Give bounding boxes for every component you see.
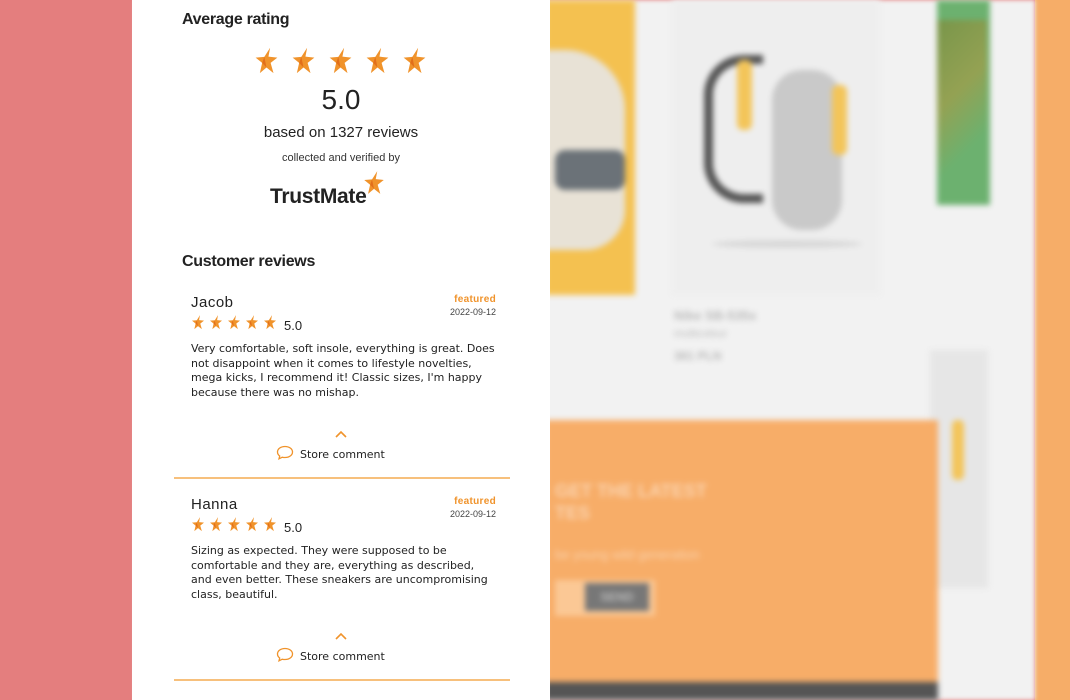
review-date: 2022-09-12 <box>449 307 496 317</box>
review-card: Hanna featured 2022-09-12 5.0 Sizing as … <box>174 496 509 676</box>
review-stars: 5.0 <box>190 516 302 538</box>
product-brand: multicolour <box>674 328 728 340</box>
review-score: 5.0 <box>284 317 303 333</box>
average-rating-title: Average rating <box>182 11 290 28</box>
star-icon <box>208 516 224 538</box>
star-icon <box>262 314 278 336</box>
review-stars: 5.0 <box>190 314 302 336</box>
store-comment-label: Store comment <box>300 649 385 663</box>
chevron-up-icon[interactable] <box>335 632 347 643</box>
average-rating-value: 5.0 <box>321 84 361 115</box>
chevron-up-icon[interactable] <box>335 430 347 441</box>
average-stars <box>252 46 432 80</box>
review-card: Jacob featured 2022-09-12 5.0 Very comfo… <box>174 294 509 474</box>
star-icon <box>326 46 355 80</box>
logo-text: TrustMate <box>270 185 367 208</box>
star-icon <box>244 516 260 538</box>
review-text: Very comfortable, soft insole, everythin… <box>191 342 495 399</box>
verified-by-label: collected and verified by <box>281 152 400 164</box>
footer-bar <box>545 682 938 700</box>
star-icon <box>262 516 278 538</box>
product-image-green <box>937 0 990 205</box>
review-score: 5.0 <box>284 519 303 535</box>
customer-reviews-title: Customer reviews <box>182 253 316 270</box>
product-image-yellow <box>545 0 635 295</box>
star-icon <box>190 516 206 538</box>
product-name: Nike SB-535x <box>674 308 757 323</box>
product-price: 381 PLN <box>674 349 722 363</box>
star-icon <box>208 314 224 336</box>
star-icon <box>226 314 242 336</box>
divider <box>174 679 510 681</box>
reviewer-name: Hanna <box>191 496 238 513</box>
store-comment-toggle[interactable]: Store comment <box>276 445 385 463</box>
product-image-sneaker <box>672 0 880 295</box>
star-icon <box>190 314 206 336</box>
comment-icon <box>276 445 294 463</box>
newsletter-section: GET THE LATEST TES be young wild generati… <box>545 420 938 682</box>
star-icon <box>289 46 318 80</box>
review-date: 2022-09-12 <box>449 509 496 519</box>
star-icon <box>363 46 392 80</box>
featured-badge: featured <box>454 294 496 305</box>
newsletter-heading: GET THE LATEST TES <box>555 481 707 523</box>
divider <box>174 477 510 479</box>
star-icon <box>400 46 429 80</box>
star-icon <box>226 516 242 538</box>
star-icon <box>252 46 281 80</box>
comment-icon <box>276 647 294 665</box>
logo-star-icon <box>361 168 387 203</box>
reviewer-name: Jacob <box>191 294 234 311</box>
star-icon <box>244 314 260 336</box>
reviews-widget: Average rating 5.0 based on 1327 reviews… <box>132 0 550 700</box>
review-text: Sizing as expected. They were supposed t… <box>191 544 488 601</box>
featured-badge: featured <box>454 496 496 507</box>
store-comment-label: Store comment <box>300 447 385 461</box>
product-image-grey <box>930 350 988 588</box>
newsletter-subtitle: be young wild generation <box>555 547 700 562</box>
review-count: based on 1327 reviews <box>263 124 419 141</box>
newsletter-send-button[interactable]: SEND <box>585 583 649 611</box>
store-comment-toggle[interactable]: Store comment <box>276 647 385 665</box>
trustmate-logo[interactable]: TrustMate <box>270 171 387 209</box>
